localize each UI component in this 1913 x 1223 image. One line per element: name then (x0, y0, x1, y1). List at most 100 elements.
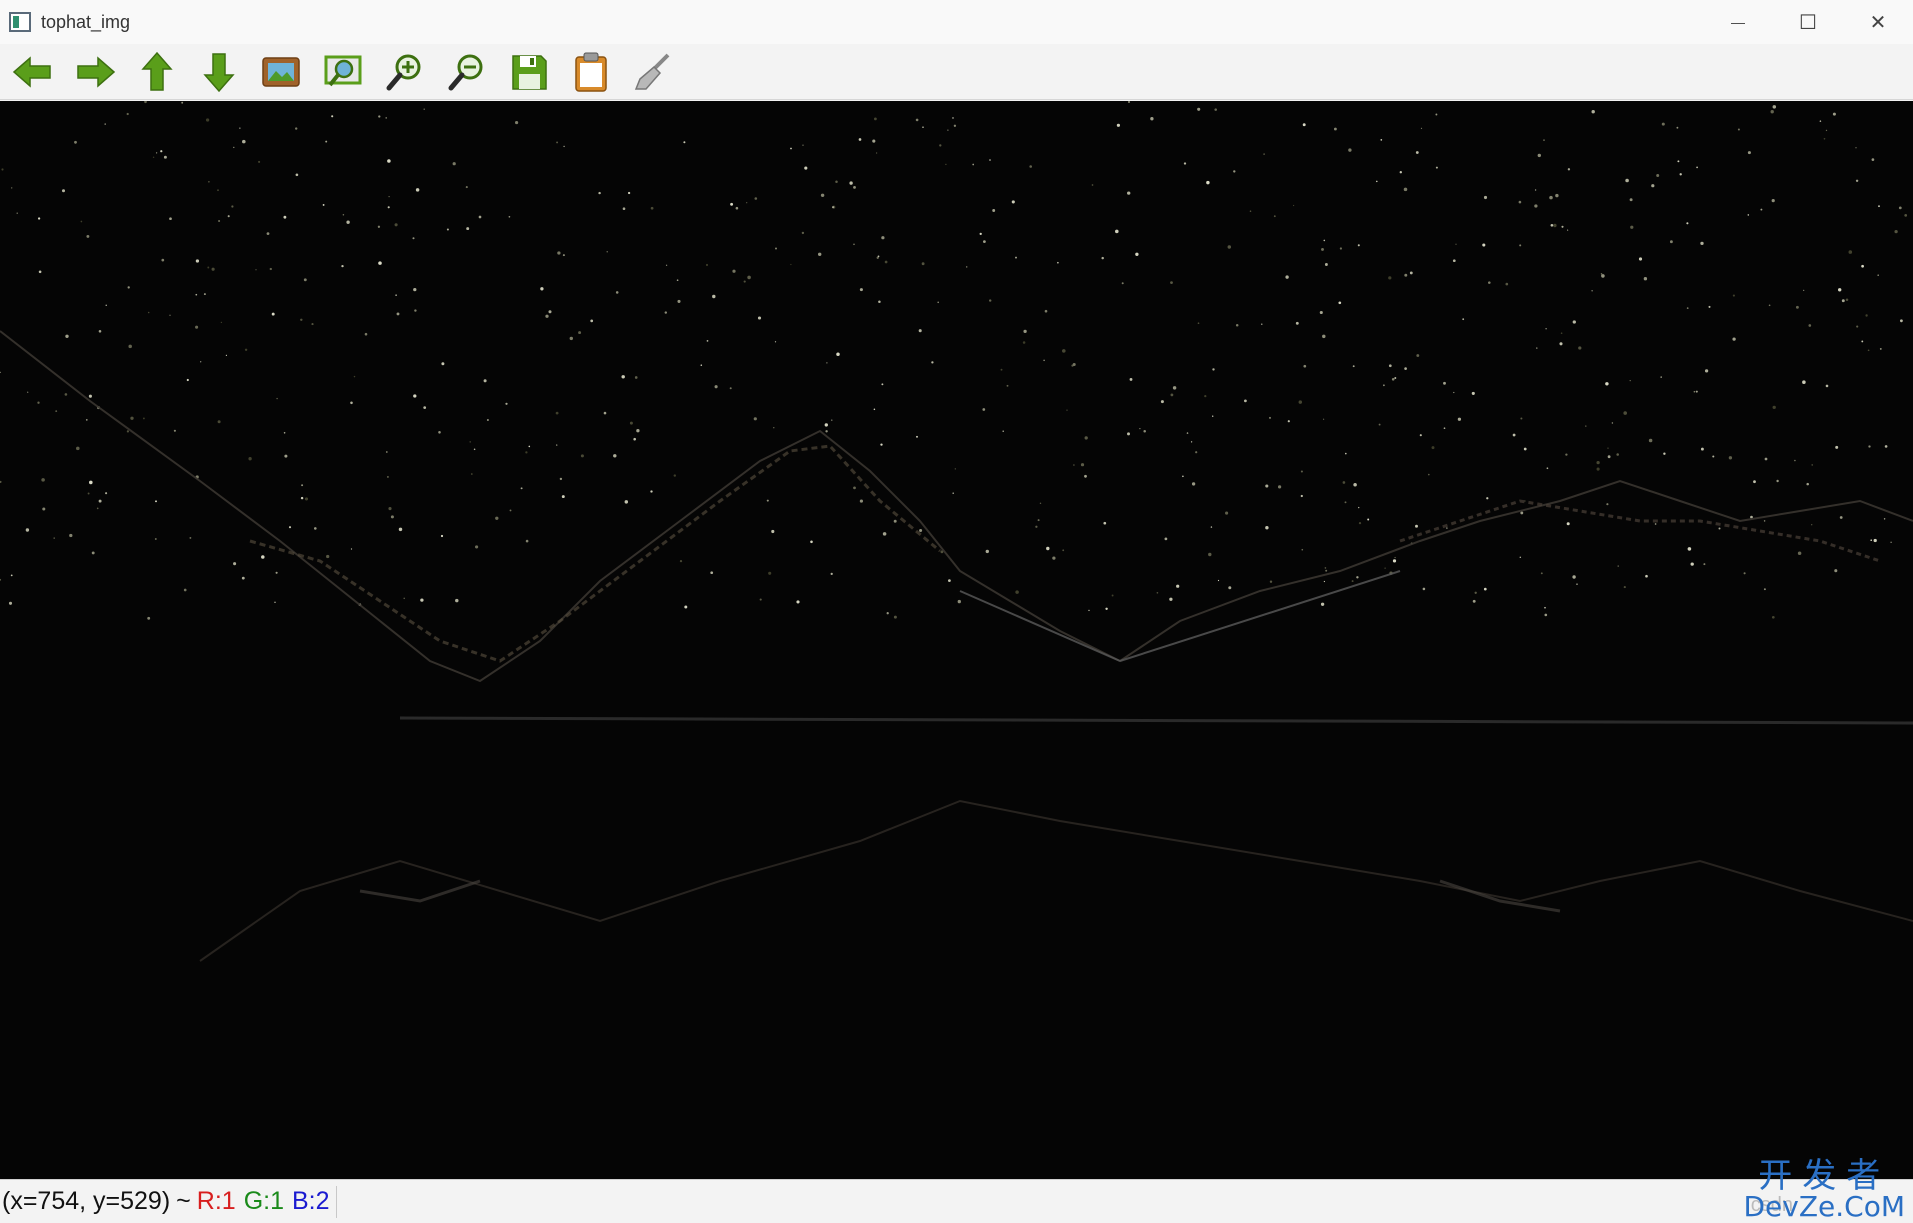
star-dot (624, 500, 629, 504)
star-dot (1002, 430, 1004, 433)
star-dot (922, 126, 924, 129)
star-dot (1164, 537, 1168, 541)
star-dot (1823, 137, 1826, 140)
star-dot (872, 139, 876, 143)
star-dot (1519, 244, 1522, 247)
zoom-original-button[interactable] (258, 49, 304, 95)
maximize-button[interactable]: ☐ (1773, 0, 1843, 44)
star-dot (629, 421, 633, 425)
star-dot (127, 286, 130, 289)
star-dot (665, 264, 668, 266)
star-dot (673, 474, 676, 477)
star-dot (1039, 502, 1042, 505)
star-dot (98, 330, 102, 333)
watermark: 开发者 DevZe.CoM (1743, 1159, 1905, 1221)
star-dot (520, 487, 523, 490)
star-dot (557, 251, 561, 255)
star-dot (774, 247, 778, 250)
star-dot (423, 406, 427, 409)
star-dot (1269, 580, 1273, 583)
star-dot (1399, 171, 1402, 174)
star-dot (1080, 463, 1085, 467)
star-dot (1518, 200, 1522, 204)
star-dot (295, 127, 298, 130)
close-button[interactable]: ✕ (1843, 0, 1913, 44)
star-dot (508, 215, 511, 218)
star-dot (1654, 523, 1657, 525)
star-dot (1338, 301, 1342, 305)
star-dot (470, 473, 473, 475)
star-dot (1617, 565, 1619, 567)
star-dot (1431, 446, 1435, 450)
zoom-out-button[interactable] (444, 49, 490, 95)
properties-button[interactable] (630, 49, 676, 95)
star-dot (155, 152, 158, 154)
star-dot (181, 101, 184, 104)
minimize-button[interactable]: — (1703, 0, 1773, 44)
star-dot (414, 309, 417, 312)
star-dot (948, 579, 951, 582)
star-dot (1549, 195, 1553, 200)
star-dot (1544, 606, 1546, 609)
star-dot (483, 379, 487, 383)
star-dot (919, 528, 923, 533)
arrow-right-icon (77, 55, 116, 88)
star-dot (1567, 229, 1569, 231)
cursor-coords: (x=754, y=529) (2, 1187, 171, 1215)
image-canvas[interactable] (0, 101, 1913, 1179)
star-dot (1712, 455, 1715, 458)
star-dot (1170, 281, 1173, 284)
pan-left-button[interactable] (10, 49, 56, 95)
star-dot (1072, 362, 1076, 367)
brush-icon (634, 53, 670, 90)
star-dot (1091, 184, 1094, 186)
star-dot (1029, 165, 1032, 168)
star-dot (1197, 107, 1201, 111)
star-dot (992, 209, 996, 212)
star-dot (853, 486, 856, 490)
star-dot (1732, 294, 1735, 297)
star-dot (1339, 247, 1343, 250)
star-dot (1228, 586, 1232, 590)
star-dot (1143, 430, 1146, 433)
star-dot (147, 311, 150, 314)
star-dot (1559, 342, 1563, 346)
star-dot (155, 500, 157, 503)
zoom-in-button[interactable] (382, 49, 428, 95)
star-dot (972, 163, 975, 166)
pan-up-button[interactable] (134, 49, 180, 95)
star-dot (1596, 467, 1600, 471)
title-bar[interactable]: tophat_img — ☐ ✕ (0, 0, 1913, 44)
star-dot (1265, 526, 1269, 530)
pan-down-button[interactable] (196, 49, 242, 95)
star-dot (1035, 525, 1038, 528)
star-dot (1006, 384, 1009, 387)
star-dot (41, 478, 45, 482)
star-dot (186, 378, 189, 382)
pan-right-button[interactable] (72, 49, 118, 95)
star-dot (1578, 346, 1582, 350)
star-dot (346, 220, 350, 224)
star-dot (1172, 386, 1177, 390)
star-dot (342, 214, 345, 216)
star-dot (1127, 432, 1130, 436)
star-dot (1894, 229, 1898, 234)
star-dot (954, 468, 956, 470)
star-dot (1898, 206, 1902, 210)
star-dot (714, 385, 718, 389)
star-dot (627, 191, 631, 195)
star-dot (525, 451, 528, 454)
zoom-fit-button[interactable] (320, 49, 366, 95)
copy-clipboard-button[interactable] (568, 49, 614, 95)
star-dot (80, 220, 83, 223)
star-dot (42, 507, 46, 511)
star-dot (556, 444, 558, 446)
star-dot (1677, 160, 1680, 163)
star-dot (105, 492, 108, 495)
save-button[interactable] (506, 49, 552, 95)
star-dot (1057, 261, 1059, 264)
star-dot (952, 117, 954, 119)
star-dot (712, 294, 716, 299)
star-dot (1607, 447, 1609, 449)
star-dot (1342, 481, 1346, 484)
